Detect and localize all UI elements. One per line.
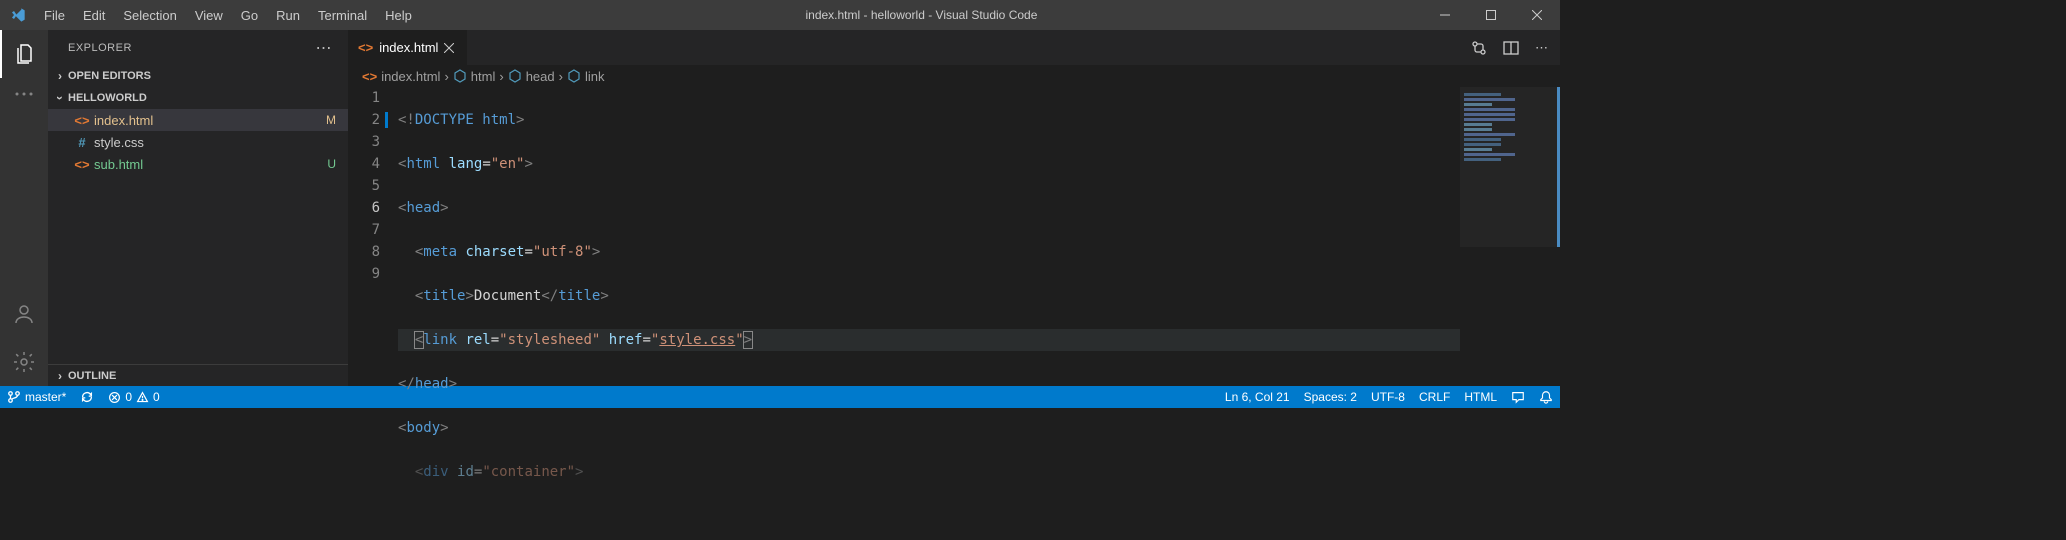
chevron-down-icon: › (53, 90, 67, 106)
folder-section[interactable]: › HELLOWORLD (48, 87, 348, 109)
symbol-icon (567, 69, 581, 83)
menu-selection[interactable]: Selection (114, 0, 185, 30)
explorer-sidebar: EXPLORER ⋯ › OPEN EDITORS › HELLOWORLD <… (48, 30, 348, 386)
chevron-right-icon: › (52, 69, 68, 83)
explorer-header: EXPLORER ⋯ (48, 30, 348, 65)
editor-area: <> index.html ⋯ (348, 30, 1560, 386)
maximize-button[interactable] (1468, 0, 1514, 30)
html-file-icon: <> (358, 40, 373, 55)
explorer-icon[interactable] (0, 30, 48, 78)
menu-help[interactable]: Help (376, 0, 421, 30)
file-item-index[interactable]: <> index.html M (48, 109, 348, 131)
file-item-style[interactable]: # style.css (48, 131, 348, 153)
chevron-right-icon: › (499, 69, 503, 84)
editor-actions: ⋯ (1471, 30, 1560, 65)
html-file-icon: <> (362, 69, 377, 84)
breadcrumb-head[interactable]: head (508, 69, 555, 84)
warnings-count: 0 (153, 390, 160, 404)
untracked-indicator: U (327, 157, 348, 171)
problems-status[interactable]: 0 0 (101, 386, 166, 408)
css-file-icon: # (72, 135, 92, 150)
breadcrumb-link[interactable]: link (567, 69, 605, 84)
menu-bar: File Edit Selection View Go Run Terminal… (35, 0, 421, 30)
vscode-logo-icon (0, 7, 35, 23)
symbol-icon (508, 69, 522, 83)
file-item-sub[interactable]: <> sub.html U (48, 153, 348, 175)
explorer-title: EXPLORER (68, 42, 132, 54)
accounts-icon[interactable] (0, 290, 48, 338)
menu-run[interactable]: Run (267, 0, 309, 30)
breadcrumb-label: head (526, 69, 555, 84)
sync-status[interactable] (73, 386, 101, 408)
modified-indicator: M (326, 113, 348, 127)
explorer-more-icon[interactable]: ⋯ (316, 38, 333, 58)
minimap[interactable] (1460, 87, 1560, 386)
branch-name: master* (25, 390, 66, 404)
file-name: index.html (94, 113, 326, 128)
tab-label: index.html (379, 40, 438, 55)
chevron-right-icon: › (444, 69, 448, 84)
activity-bar (0, 30, 48, 386)
more-icon[interactable] (0, 78, 48, 110)
outline-label: OUTLINE (68, 370, 116, 382)
html-file-icon: <> (72, 113, 92, 128)
close-tab-icon[interactable] (444, 43, 454, 53)
outline-section[interactable]: › OUTLINE (48, 364, 348, 386)
chevron-right-icon: › (52, 369, 68, 383)
file-tree: <> index.html M # style.css <> sub.html … (48, 109, 348, 175)
errors-count: 0 (125, 390, 132, 404)
window-controls (1422, 0, 1560, 30)
minimize-button[interactable] (1422, 0, 1468, 30)
html-file-icon: <> (72, 157, 92, 172)
chevron-right-icon: › (559, 69, 563, 84)
title-bar: File Edit Selection View Go Run Terminal… (0, 0, 1560, 30)
menu-edit[interactable]: Edit (74, 0, 114, 30)
window-title: index.html - helloworld - Visual Studio … (421, 8, 1422, 22)
symbol-icon (453, 69, 467, 83)
code-editor[interactable]: 1 2 3 4 5 6 7 8 9 <!DOCTYPE html> <html … (348, 87, 1560, 386)
file-name: style.css (94, 135, 336, 150)
breadcrumb-label: link (585, 69, 605, 84)
folder-label: HELLOWORLD (68, 92, 147, 104)
open-editors-label: OPEN EDITORS (68, 70, 151, 82)
breadcrumb-html[interactable]: html (453, 69, 496, 84)
compare-changes-icon[interactable] (1471, 40, 1487, 56)
git-branch-status[interactable]: master* (0, 386, 73, 408)
menu-go[interactable]: Go (232, 0, 267, 30)
breadcrumbs: <> index.html › html › head › (348, 65, 1560, 87)
code-content[interactable]: <!DOCTYPE html> <html lang="en"> <head> … (398, 87, 1560, 386)
editor-more-icon[interactable]: ⋯ (1535, 40, 1548, 56)
split-editor-icon[interactable] (1503, 40, 1519, 56)
breadcrumb-file[interactable]: <> index.html (362, 69, 440, 84)
open-editors-section[interactable]: › OPEN EDITORS (48, 65, 348, 87)
menu-file[interactable]: File (35, 0, 74, 30)
breadcrumb-label: index.html (381, 69, 440, 84)
editor-tabs: <> index.html ⋯ (348, 30, 1560, 65)
tab-index-html[interactable]: <> index.html (348, 30, 468, 65)
menu-view[interactable]: View (186, 0, 232, 30)
minimap-slider[interactable] (1460, 87, 1560, 247)
close-button[interactable] (1514, 0, 1560, 30)
line-numbers: 1 2 3 4 5 6 7 8 9 (348, 87, 398, 386)
file-name: sub.html (94, 157, 327, 172)
settings-gear-icon[interactable] (0, 338, 48, 386)
breadcrumb-label: html (471, 69, 496, 84)
menu-terminal[interactable]: Terminal (309, 0, 376, 30)
